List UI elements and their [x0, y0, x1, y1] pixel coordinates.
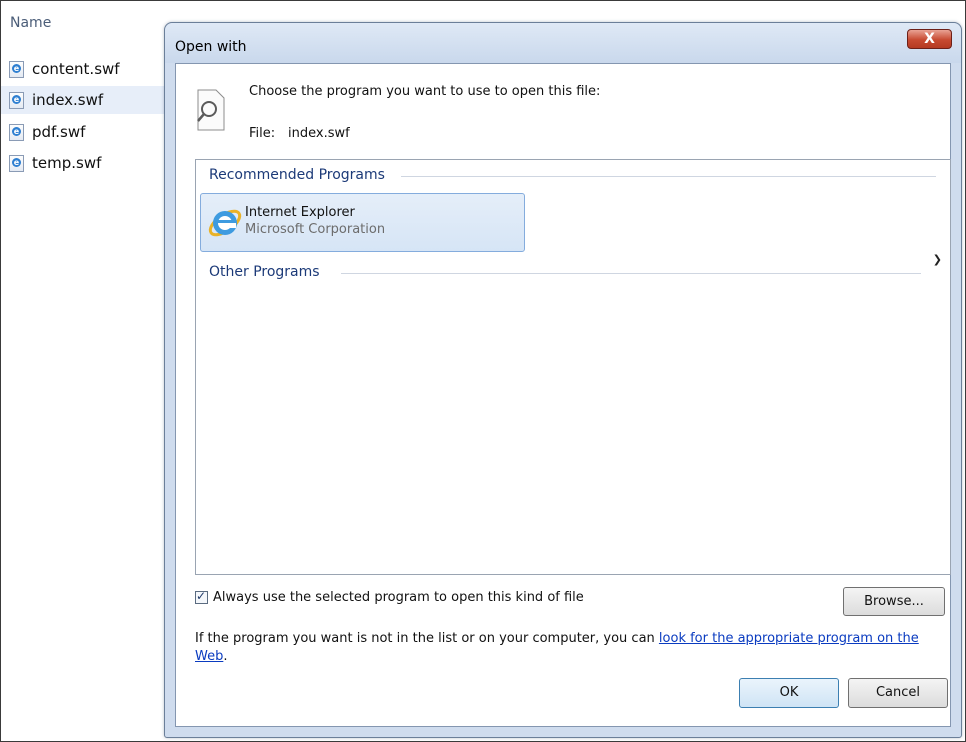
other-programs-title: Other Programs [209, 264, 320, 280]
file-item-label: temp.swf [32, 154, 102, 172]
file-item-label: pdf.swf [32, 123, 86, 141]
always-use-checkbox-row[interactable]: Always use the selected program to open … [195, 589, 584, 605]
section-divider [401, 176, 936, 177]
dialog-titlebar[interactable]: Open with X [165, 23, 961, 63]
program-item-internet-explorer[interactable]: Internet Explorer Microsoft Corporation [200, 193, 525, 252]
dialog-content: Choose the program you want to use to op… [175, 63, 951, 727]
info-text-end: . [223, 649, 228, 664]
open-with-dialog: Open with X Choose the program you want … [164, 22, 962, 738]
swf-file-icon: e [9, 60, 24, 78]
file-item-content-swf[interactable]: e content.swf [9, 55, 169, 83]
info-text: If the program you want is not in the li… [195, 630, 955, 666]
swf-file-icon: e [9, 154, 24, 172]
file-item-label: content.swf [32, 60, 120, 78]
recommended-programs-title: Recommended Programs [209, 167, 385, 183]
chevron-down-icon[interactable]: ❯ [933, 253, 942, 266]
program-vendor: Microsoft Corporation [245, 222, 386, 237]
ok-button[interactable]: OK [739, 678, 839, 708]
swf-file-icon: e [9, 91, 24, 109]
dialog-title: Open with [175, 39, 247, 55]
magnifier-document-icon [197, 89, 225, 131]
section-divider [341, 273, 921, 274]
always-use-label: Always use the selected program to open … [213, 590, 584, 605]
name-column-header[interactable]: Name [10, 15, 51, 31]
always-use-checkbox[interactable] [195, 589, 208, 604]
file-item-label: index.swf [32, 91, 104, 109]
swf-file-icon: e [9, 123, 24, 141]
browse-button[interactable]: Browse... [843, 587, 945, 616]
file-list-pane: Name e content.swf e index.swf e pdf.swf… [1, 1, 171, 741]
file-item-index-swf[interactable]: e index.swf [1, 86, 170, 114]
file-item-temp-swf[interactable]: e temp.swf [9, 149, 169, 177]
info-text-body: If the program you want is not in the li… [195, 631, 659, 646]
file-name: index.swf [288, 126, 350, 141]
internet-explorer-icon [208, 209, 242, 237]
file-label: File: [249, 126, 276, 141]
programs-list[interactable]: Recommended Programs Internet Explorer M… [195, 159, 951, 575]
close-button[interactable]: X [907, 29, 952, 49]
program-name: Internet Explorer [245, 205, 355, 220]
cancel-button[interactable]: Cancel [848, 678, 948, 708]
dialog-prompt: Choose the program you want to use to op… [249, 84, 601, 99]
file-item-pdf-swf[interactable]: e pdf.swf [9, 118, 169, 146]
